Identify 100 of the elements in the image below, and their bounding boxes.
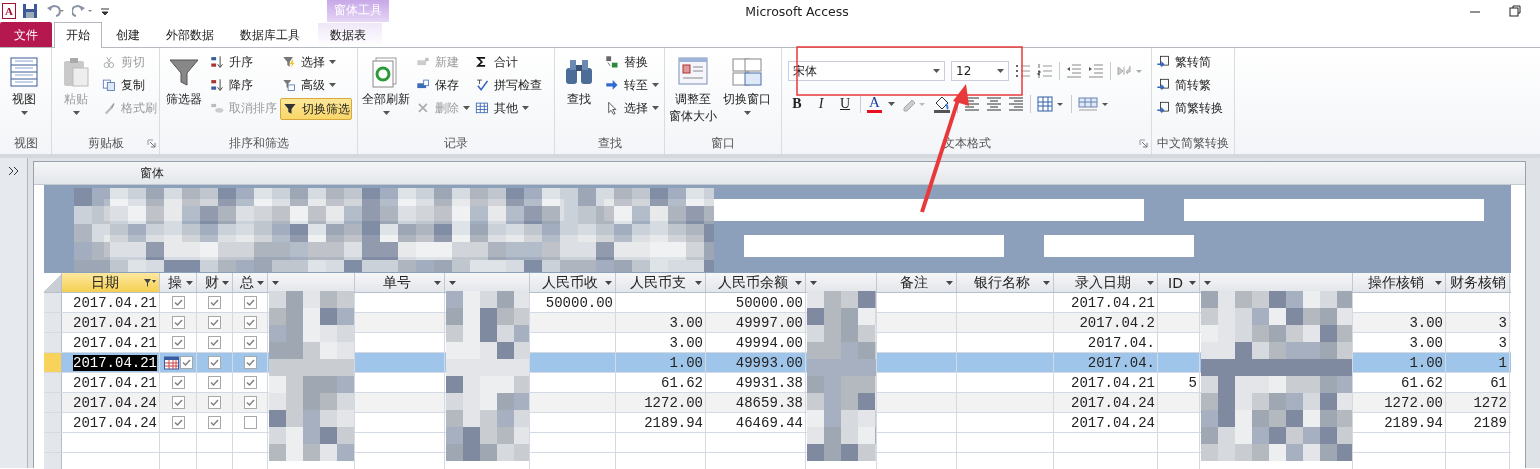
paint-bucket-icon[interactable] xyxy=(932,95,951,113)
ribbon-tab[interactable]: 外部数据 xyxy=(154,22,226,47)
checkbox[interactable] xyxy=(243,356,257,369)
ribbon-button[interactable]: 合计 xyxy=(473,52,543,72)
increase-indent-icon[interactable] xyxy=(1088,63,1104,79)
column-header[interactable]: 单号 xyxy=(355,273,445,292)
caret-icon xyxy=(810,280,817,285)
dialog-launcher-icon[interactable] xyxy=(1139,139,1148,148)
bullet-list-icon[interactable] xyxy=(1015,63,1031,79)
caret-icon xyxy=(222,280,229,285)
ribbon-button[interactable]: 转至 xyxy=(603,75,660,95)
text-style-button[interactable]: I xyxy=(812,96,830,112)
checkbox[interactable] xyxy=(243,416,257,429)
table-cell: 2189.94 xyxy=(644,414,703,431)
column-header[interactable]: 财务核销 xyxy=(1446,273,1510,292)
ribbon-button[interactable]: 视图 xyxy=(2,52,46,132)
column-header[interactable]: 人民币余额 xyxy=(706,273,806,292)
ribbon-tab[interactable]: 开始 xyxy=(54,22,102,48)
ribbon-button[interactable]: 其他 xyxy=(473,98,543,118)
font-color-button[interactable]: A xyxy=(867,95,882,113)
ribbon-button[interactable]: 高级 xyxy=(280,75,352,95)
text-style-button[interactable]: U xyxy=(836,96,854,112)
checkbox[interactable] xyxy=(179,356,193,369)
table-cell: 61 xyxy=(1490,374,1507,391)
ribbon-button[interactable]: 升序 xyxy=(208,52,278,72)
table-cell: 46469.44 xyxy=(735,414,803,431)
checkbox[interactable] xyxy=(243,336,257,349)
ribbon-button[interactable]: 筛选器 xyxy=(162,52,206,132)
file-tab[interactable]: 文件 xyxy=(0,22,52,47)
ribbon-button[interactable]: 查找 xyxy=(557,52,601,132)
table-cell: 2017.04.21 xyxy=(73,374,157,391)
ribbon-tab[interactable]: 数据表 xyxy=(318,22,382,47)
checkbox[interactable] xyxy=(171,316,185,329)
table-cell: 2017.04.24 xyxy=(1071,394,1155,411)
checkbox[interactable] xyxy=(171,376,185,389)
checkbox[interactable] xyxy=(243,296,257,309)
checkbox[interactable] xyxy=(171,296,185,309)
column-header[interactable]: 人民币收 xyxy=(530,273,616,292)
caret-icon xyxy=(272,280,279,285)
checkbox[interactable] xyxy=(208,376,221,389)
calendar-icon[interactable] xyxy=(163,355,179,370)
ribbon-tab[interactable]: 创建 xyxy=(104,22,152,47)
checkbox[interactable] xyxy=(208,356,221,369)
column-header[interactable]: 操作核销 xyxy=(1353,273,1446,292)
checkbox[interactable] xyxy=(243,376,257,389)
ribbon-button[interactable]: 替换 xyxy=(603,52,660,72)
decrease-indent-icon[interactable] xyxy=(1066,63,1082,79)
caret-icon xyxy=(605,280,612,285)
column-header[interactable]: 日期 xyxy=(62,273,160,292)
align-center-icon[interactable] xyxy=(985,96,1002,112)
gridlines-icon[interactable] xyxy=(1036,96,1065,112)
ribbon-button[interactable]: 调整至 窗体大小 xyxy=(667,52,719,132)
checkbox[interactable] xyxy=(208,416,221,429)
checkbox[interactable] xyxy=(243,396,257,409)
redo-icon[interactable] xyxy=(72,3,94,19)
ribbon-button[interactable]: 切换窗口 xyxy=(721,52,773,132)
row-color-icon[interactable] xyxy=(1077,96,1110,112)
restore-button[interactable] xyxy=(1508,4,1522,18)
ribbon-button[interactable]: 降序 xyxy=(208,75,278,95)
ribbon-button[interactable]: 全部刷新 xyxy=(360,52,412,132)
column-header[interactable]: ID xyxy=(1158,273,1200,292)
column-header[interactable]: 总 xyxy=(233,273,268,292)
align-right-icon[interactable] xyxy=(1007,96,1024,112)
column-header[interactable]: 操 xyxy=(160,273,197,292)
align-left-icon[interactable] xyxy=(963,96,980,112)
ribbon-button[interactable]: 选择 xyxy=(603,98,660,118)
checkbox[interactable] xyxy=(208,316,221,329)
checkbox[interactable] xyxy=(208,396,221,409)
checkbox[interactable] xyxy=(208,336,221,349)
column-header[interactable]: 录入日期 xyxy=(1054,273,1158,292)
expand-icon[interactable] xyxy=(7,166,20,176)
app-logo[interactable]: A xyxy=(2,3,16,19)
checkbox[interactable] xyxy=(171,396,185,409)
ribbon-button[interactable]: 简繁转换 xyxy=(1154,98,1224,118)
numbered-list-icon[interactable] xyxy=(1037,63,1053,79)
ribbon-button[interactable]: 繁转简 xyxy=(1154,52,1224,72)
text-direction-icon[interactable] xyxy=(1117,63,1143,79)
checkbox[interactable] xyxy=(171,416,185,429)
checkbox[interactable] xyxy=(171,336,185,349)
table-cell: 2017.04.21 xyxy=(73,354,157,371)
ribbon-button[interactable]: 简转繁 xyxy=(1154,75,1224,95)
ribbon-button[interactable]: 拼写检查 xyxy=(473,75,543,95)
column-header[interactable]: 人民币支 xyxy=(616,273,706,292)
column-header[interactable]: 财 xyxy=(197,273,233,292)
ribbon-button[interactable]: 保存 xyxy=(414,75,471,95)
column-header[interactable]: 备注 xyxy=(877,273,957,292)
form-tab[interactable]: 窗体 xyxy=(140,164,164,182)
convert-icon xyxy=(1155,77,1171,93)
text-style-button[interactable]: B xyxy=(788,96,806,112)
ribbon-button[interactable]: 选择 xyxy=(280,52,352,72)
table-cell: 2017.04.21 xyxy=(73,334,157,351)
ribbon-button[interactable]: 复制 xyxy=(100,75,158,95)
ribbon-tab[interactable]: 数据库工具 xyxy=(228,22,312,47)
column-header[interactable]: 银行名称 xyxy=(957,273,1054,292)
font-size-dropdown[interactable]: 12 xyxy=(951,61,1009,81)
checkbox[interactable] xyxy=(243,316,257,329)
save-icon[interactable] xyxy=(22,3,38,19)
ribbon-button[interactable]: 切换筛选 xyxy=(280,98,352,120)
dialog-launcher-icon[interactable] xyxy=(147,139,156,148)
checkbox[interactable] xyxy=(208,296,221,309)
